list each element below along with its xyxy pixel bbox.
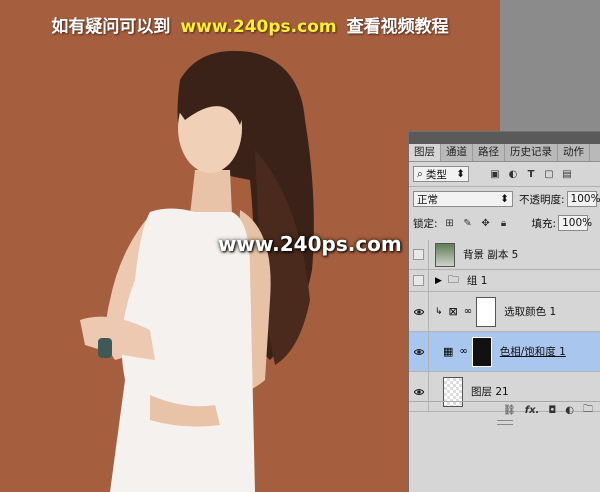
adjustment-layer-icon[interactable]: ◐: [565, 405, 574, 416]
panel-tabs: 图层 通道 路径 历史记录 动作: [409, 144, 600, 162]
fill-label: 填充:: [531, 217, 557, 230]
layer-background-copy-5[interactable]: 背景 副本 5: [409, 240, 600, 270]
layer-thumbnail: [435, 242, 455, 267]
new-group-icon[interactable]: 🗀: [583, 402, 593, 419]
smart-object-filter-icon[interactable]: ▤: [561, 168, 573, 180]
hidden-layer-box: [413, 275, 424, 286]
lock-transparent-icon[interactable]: ⊞: [444, 217, 456, 229]
layer-name[interactable]: 组 1: [467, 273, 488, 288]
neck-shape: [190, 170, 232, 215]
tutorial-banner: 如有疑问可以到 www.240ps.com 查看视频教程: [0, 12, 500, 37]
shape-filter-icon[interactable]: ▢: [543, 168, 555, 180]
lock-all-icon[interactable]: 🔒︎: [498, 217, 510, 229]
mask-link-icon[interactable]: ∞: [464, 306, 472, 317]
visibility-toggle[interactable]: [409, 332, 429, 371]
image-filter-icon[interactable]: ▣: [489, 168, 501, 180]
expand-triangle-icon[interactable]: ▶: [435, 276, 442, 286]
visibility-toggle[interactable]: [409, 270, 429, 291]
resize-grip[interactable]: [497, 420, 513, 425]
layer-kind-select[interactable]: ⌕ 类型 ⬍: [413, 166, 469, 182]
add-mask-icon[interactable]: ◘: [548, 405, 556, 416]
search-icon: ⌕: [417, 167, 423, 180]
banner-right-text: 查看视频教程: [346, 17, 449, 37]
lock-row: 锁定: ⊞ ✎ ✥ 🔒︎ 填充: 100%: [409, 211, 600, 235]
tab-history[interactable]: 历史记录: [505, 144, 558, 161]
blend-row: 正常 ⬍ 不透明度: 100%: [409, 187, 600, 211]
layer-name[interactable]: 选取颜色 1: [504, 304, 556, 319]
mask-thumbnail[interactable]: [476, 296, 497, 327]
layer-selective-color-1[interactable]: ↳ ⊠ ∞ 选取颜色 1: [409, 292, 600, 332]
layers-panel: 图层 通道 路径 历史记录 动作 ⌕ 类型 ⬍ ▣ ◐ T ▢ ▤ 正常 ⬍ 不…: [408, 131, 600, 492]
opacity-label: 不透明度:: [519, 193, 565, 206]
watermark-text: www.240ps.com: [218, 232, 402, 256]
lock-pixels-icon[interactable]: ✎: [462, 217, 474, 229]
lock-label: 锁定:: [413, 217, 438, 230]
panel-footer: ⛓ fx. ◘ ◐ 🗀: [409, 401, 600, 419]
banner-url[interactable]: www.240ps.com: [180, 17, 336, 37]
layer-name[interactable]: 图层 21: [471, 384, 509, 399]
tab-channels[interactable]: 通道: [441, 144, 473, 161]
hidden-layer-box: [413, 249, 424, 260]
blend-mode-value: 正常: [417, 193, 438, 206]
folder-icon: 🗀: [447, 273, 459, 286]
filter-row: ⌕ 类型 ⬍ ▣ ◐ T ▢ ▤: [409, 162, 600, 186]
layer-group-1[interactable]: ▶ 🗀 组 1: [409, 270, 600, 292]
visibility-toggle[interactable]: [409, 292, 429, 331]
adjustment-filter-icon[interactable]: ◐: [507, 168, 519, 180]
fx-icon[interactable]: fx.: [525, 405, 540, 416]
hue-saturation-icon: ▦: [443, 345, 454, 358]
fill-input[interactable]: 100%: [558, 215, 592, 231]
lock-position-icon[interactable]: ✥: [480, 217, 492, 229]
type-filter-icon[interactable]: T: [525, 168, 537, 180]
mask-thumbnail[interactable]: [471, 336, 492, 367]
eye-icon: [413, 348, 424, 355]
panel-title-bar[interactable]: [409, 132, 600, 144]
opacity-input[interactable]: 100%: [566, 191, 600, 207]
tab-paths[interactable]: 路径: [473, 144, 505, 161]
layer-hue-saturation-1[interactable]: ▦ ∞ 色相/饱和度 1: [409, 332, 600, 372]
tab-actions[interactable]: 动作: [558, 144, 590, 161]
banner-left-text: 如有疑问可以到: [51, 17, 171, 37]
selective-color-icon: ⊠: [448, 305, 458, 318]
eye-icon: [413, 308, 424, 315]
link-layers-icon[interactable]: ⛓: [503, 405, 516, 416]
mask-link-icon[interactable]: ∞: [459, 346, 467, 357]
eye-icon: [413, 388, 424, 395]
layer-list: 背景 副本 5 ▶ 🗀 组 1 ↳ ⊠ ∞ 选取颜色 1 ▦ ∞ 色相/饱和度 …: [409, 240, 600, 412]
layer-name[interactable]: 背景 副本 5: [463, 247, 518, 262]
chevron-down-icon: ⬍: [500, 193, 509, 205]
visibility-toggle[interactable]: [409, 240, 429, 269]
layer-name[interactable]: 色相/饱和度 1: [500, 344, 566, 359]
chevron-down-icon: ⬍: [456, 168, 465, 180]
tab-layers[interactable]: 图层: [409, 144, 441, 161]
clipping-arrow-icon: ↳: [435, 306, 443, 317]
blend-mode-select[interactable]: 正常 ⬍: [413, 191, 513, 207]
layer-kind-label: 类型: [425, 168, 447, 181]
